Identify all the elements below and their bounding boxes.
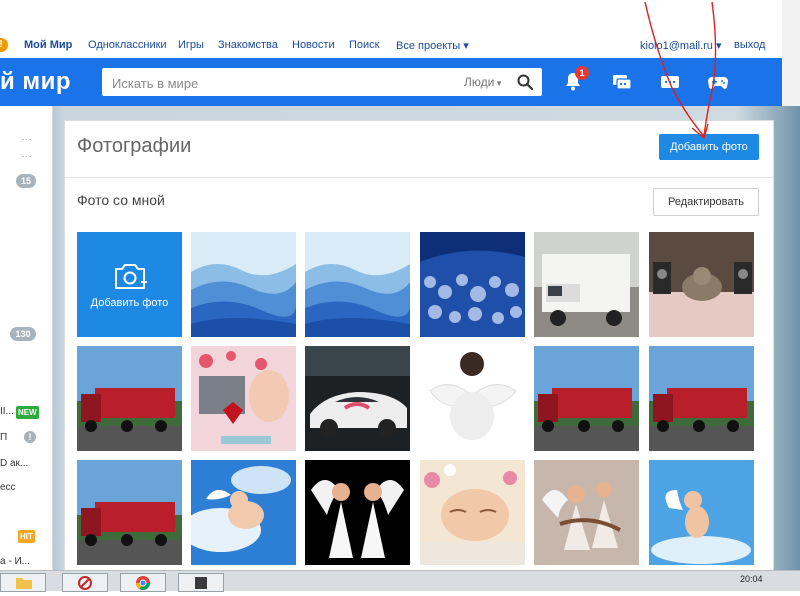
sidebar-item-label[interactable]: D ак... — [0, 458, 28, 469]
camera-add-icon — [115, 264, 147, 289]
nav-news[interactable]: Новости — [292, 39, 335, 51]
folder-icon — [16, 578, 32, 589]
logout-link[interactable]: выход — [734, 39, 765, 51]
search-icon[interactable] — [516, 73, 534, 91]
photo-thumbnail[interactable] — [305, 346, 410, 451]
photo-thumbnail[interactable] — [649, 460, 754, 565]
photo-thumbnail[interactable] — [649, 232, 754, 337]
photo-thumbnail[interactable] — [77, 460, 182, 565]
photo-thumbnail[interactable] — [191, 346, 296, 451]
sidebar-item-label[interactable]: есс — [0, 482, 16, 493]
notification-badge: 1 — [575, 66, 589, 80]
taskbar-app-button[interactable] — [62, 573, 108, 592]
sidebar-item-label[interactable]: II... — [0, 406, 14, 417]
photo-thumbnail[interactable] — [191, 460, 296, 565]
sidebar-item-label[interactable]: П — [0, 432, 7, 443]
search-scope-dropdown[interactable]: Люди — [464, 75, 501, 89]
sidebar-more[interactable]: ... — [22, 149, 33, 159]
section-title: Фото со мной — [77, 192, 165, 208]
chevron-down-icon: ▾ — [460, 40, 469, 52]
gamepad-icon[interactable] — [706, 70, 730, 94]
nav-dating[interactable]: Знакомства — [218, 39, 278, 51]
chrome-icon — [136, 576, 150, 590]
search-box: Люди — [102, 68, 542, 96]
top-nav: ! Мой Мир Одноклассники Игры Знакомства … — [0, 36, 782, 56]
add-photo-tile-label: Добавить фото — [90, 297, 169, 309]
nav-search[interactable]: Поиск — [349, 39, 379, 51]
page-title: Фотографии — [77, 135, 192, 157]
photo-thumbnail[interactable] — [191, 232, 296, 337]
edit-button[interactable]: Редактировать — [653, 188, 759, 216]
os-taskbar: 20:04 — [0, 570, 800, 592]
nav-all-projects[interactable]: Все проекты ▾ — [396, 39, 469, 52]
photos-panel: Фотографии Добавить фото Фото со мной Ре… — [64, 120, 774, 572]
count-badge: 130 — [10, 327, 36, 341]
warning-icon[interactable]: ! — [0, 38, 8, 52]
nav-games[interactable]: Игры — [178, 39, 204, 51]
nav-brand-link[interactable]: Мой Мир — [24, 39, 72, 51]
left-sidebar: ... ... 15 130 II... NEW П ! D ак... есс… — [0, 106, 53, 570]
sidebar-item-label[interactable]: а - И... — [0, 556, 30, 567]
add-photo-button[interactable]: Добавить фото — [659, 134, 759, 160]
messages-icon[interactable] — [658, 70, 682, 94]
taskbar-app-button[interactable] — [178, 573, 224, 592]
taskbar-clock[interactable]: 20:04 — [740, 574, 763, 584]
taskbar-explorer-button[interactable] — [0, 573, 46, 592]
search-input[interactable] — [110, 73, 444, 93]
photo-thumbnail[interactable] — [420, 346, 525, 451]
photo-thumbnail[interactable] — [305, 232, 410, 337]
photo-thumbnail[interactable] — [534, 460, 639, 565]
add-photo-tile[interactable]: Добавить фото — [77, 232, 182, 337]
chat-icon[interactable] — [610, 70, 634, 94]
photo-thumbnail[interactable] — [420, 460, 525, 565]
new-badge: NEW — [16, 406, 39, 419]
sidebar-more[interactable]: ... — [22, 132, 33, 142]
header-bar: й мир Люди 1 — [0, 58, 782, 106]
photos-with-me-section: Фото со мной Редактировать Добавить фото — [65, 177, 773, 571]
game-icon — [195, 577, 207, 589]
photo-thumbnail[interactable] — [649, 346, 754, 451]
no-entry-icon — [78, 576, 92, 590]
account-menu[interactable]: kiolo1@mail.ru ▾ — [640, 39, 722, 52]
photo-thumbnail[interactable] — [534, 346, 639, 451]
count-badge: 15 — [16, 174, 36, 188]
info-icon[interactable]: ! — [24, 431, 36, 443]
photo-thumbnail[interactable] — [77, 346, 182, 451]
nav-odnoklassniki[interactable]: Одноклассники — [88, 39, 167, 51]
taskbar-chrome-button[interactable] — [120, 573, 166, 592]
site-logo[interactable]: й мир — [0, 68, 71, 96]
photo-thumbnail[interactable] — [305, 460, 410, 565]
hit-badge: HIT — [18, 530, 35, 543]
photo-thumbnail[interactable] — [534, 232, 639, 337]
chevron-down-icon: ▾ — [712, 40, 722, 52]
photo-thumbnail[interactable] — [420, 232, 525, 337]
